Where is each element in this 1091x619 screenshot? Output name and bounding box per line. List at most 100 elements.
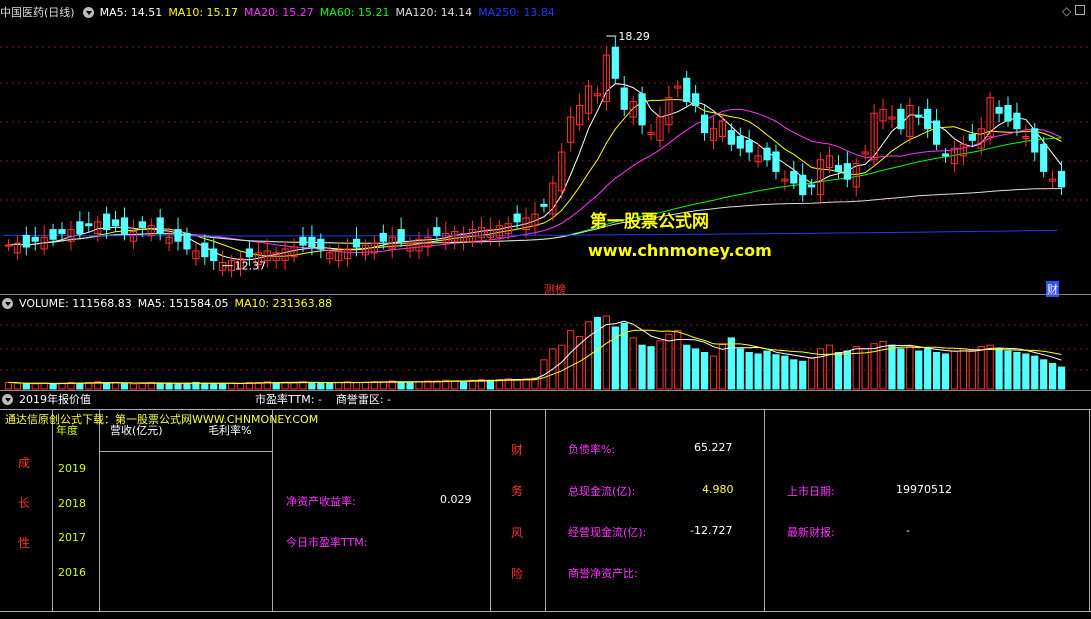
col-year-header: 年度: [56, 424, 78, 437]
volume-bar: [995, 348, 1003, 390]
candle-body: [941, 153, 950, 157]
volume-bar: [308, 381, 316, 390]
candle-body: [834, 165, 843, 172]
volume-bar: [1048, 362, 1057, 390]
candle-body: [308, 236, 316, 248]
candle-body: [4, 244, 13, 247]
volume-bar: [941, 353, 950, 390]
window-control-icons[interactable]: ◇: [1062, 4, 1085, 18]
candle-body: [513, 213, 521, 223]
listing-date-value: 19970512: [896, 483, 952, 496]
candle-body: [763, 147, 771, 161]
candle-body: [120, 217, 129, 234]
finance-risk-label-4: 险: [511, 567, 524, 581]
volume-bar: [459, 381, 468, 390]
volume-bar: [665, 333, 673, 390]
panel-divider: [272, 410, 273, 612]
volume-bar: [754, 353, 762, 390]
candle-body: [843, 163, 851, 180]
volume-ma10-legend: MA10: 231363.88: [234, 297, 333, 310]
volume-bar: [406, 381, 414, 390]
volume-bar: [959, 348, 967, 390]
candle-body: [245, 248, 254, 258]
volume-bar: [227, 382, 236, 390]
candle-body: [736, 135, 744, 149]
table-header-line: [99, 451, 272, 452]
volume-bar: [4, 381, 13, 390]
volume-bar: [932, 352, 941, 390]
candle-body: [210, 248, 218, 262]
volume-bar: [1013, 352, 1021, 390]
dropdown-icon[interactable]: [2, 394, 13, 405]
volume-bar: [22, 383, 30, 390]
volume-bar: [834, 352, 843, 390]
finance-risk-label-1: 财: [511, 443, 524, 457]
candle-body: [540, 203, 548, 207]
volume-bar: [13, 382, 22, 390]
volume-bar: [219, 383, 227, 390]
candle-body: [379, 232, 387, 242]
candle-body: [22, 234, 30, 248]
watermark-url: www.chnmoney.com: [588, 241, 772, 260]
volume-bar: [718, 343, 727, 390]
volume-bar: [825, 344, 834, 390]
volume-bar: [727, 337, 735, 390]
volume-bar: [772, 354, 780, 390]
volume-chart[interactable]: [0, 312, 1091, 390]
latest-report-value: -: [906, 524, 910, 537]
candle-body: [932, 120, 941, 145]
volume-bar: [335, 381, 343, 390]
volume-bar: [120, 383, 129, 390]
candle-body: [808, 184, 816, 188]
volume-bar: [103, 382, 111, 390]
candle-body: [49, 229, 57, 240]
candle-body: [692, 93, 700, 106]
candle-body: [76, 221, 84, 234]
candle-body: [683, 77, 691, 103]
volume-bar: [888, 344, 896, 390]
debt-ratio-value: 65.227: [694, 441, 733, 454]
dropdown-icon[interactable]: [2, 298, 13, 309]
candle-body: [915, 114, 923, 118]
candle-body: [799, 174, 807, 196]
op-cashflow-value: -12.727: [690, 524, 733, 537]
volume-bar: [558, 344, 566, 390]
volume-bar: [683, 344, 691, 390]
candle-body: [433, 227, 441, 236]
year-row: 2019: [58, 462, 86, 475]
col-margin-header: 毛利率%: [208, 424, 252, 437]
candle-body: [317, 238, 325, 250]
growth-label-3: 性: [18, 536, 31, 550]
candle-body: [1004, 104, 1012, 122]
volume-bar: [281, 381, 289, 390]
volume-bar: [647, 346, 655, 390]
volume-bar: [977, 346, 985, 390]
panel-divider: [1089, 410, 1090, 612]
volume-bar: [76, 382, 84, 390]
candle-body: [638, 93, 646, 126]
volume-bar: [138, 382, 146, 390]
volume-bar: [870, 343, 878, 390]
volume-bar: [317, 382, 325, 390]
volume-bar: [924, 347, 932, 390]
roe-value: 0.029: [440, 493, 472, 506]
volume-bar: [1022, 353, 1030, 390]
volume-bar: [290, 381, 298, 390]
candle-body: [156, 217, 164, 234]
volume-bar: [451, 380, 459, 390]
volume-bar: [174, 383, 182, 390]
volume-bar: [272, 382, 280, 390]
candle-body: [1040, 143, 1048, 172]
price-chart[interactable]: 18.29 12.37: [0, 18, 1091, 296]
report-title: 2019年报价值: [19, 393, 91, 406]
candle-body: [103, 213, 111, 231]
volume-bar: [156, 382, 164, 390]
volume-bar: [781, 355, 789, 390]
candle-body: [620, 87, 628, 110]
dropdown-icon[interactable]: [82, 7, 94, 18]
volume-bar: [656, 340, 664, 390]
volume-ma5-legend: MA5: 151584.05: [137, 297, 229, 310]
volume-bar: [799, 360, 807, 390]
volume-bar: [1031, 355, 1039, 390]
panel-divider: [99, 410, 100, 612]
